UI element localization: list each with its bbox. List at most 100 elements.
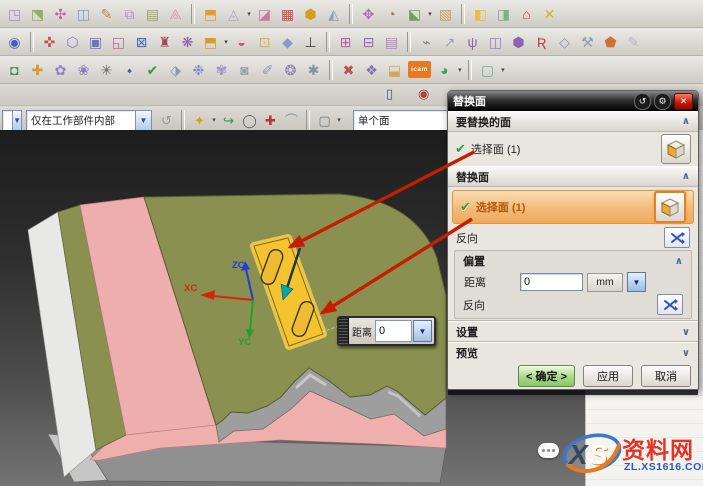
- toolbar-icon[interactable]: ✜: [39, 31, 60, 52]
- dialog-titlebar[interactable]: 替换面 ↺ ⚙ ✕: [448, 91, 698, 111]
- toolbar-icon[interactable]: ✱: [303, 59, 324, 80]
- reverse-direction-button-1[interactable]: [664, 227, 690, 248]
- toolbar-icon-icam[interactable]: icam: [408, 61, 431, 78]
- reverse-direction-button-2[interactable]: [657, 294, 683, 315]
- cancel-button[interactable]: 取消: [641, 365, 691, 387]
- toolbar-icon[interactable]: ⊠: [131, 31, 152, 52]
- toolbar-icon[interactable]: ⬟: [600, 31, 621, 52]
- toolbar-icon[interactable]: ✎: [96, 3, 117, 24]
- toolbar-icon[interactable]: ❂: [280, 59, 301, 80]
- chevron-down-icon[interactable]: ▾: [426, 10, 434, 18]
- toolbar-icon[interactable]: ✣: [50, 3, 71, 24]
- toolbar-icon[interactable]: ✚: [27, 59, 48, 80]
- toolbar-icon[interactable]: ⌒: [282, 111, 301, 130]
- chevron-down-icon[interactable]: ▼: [12, 111, 21, 130]
- hidden-combo-stub[interactable]: ▼: [2, 110, 22, 131]
- toolbar-icon[interactable]: ◧: [470, 3, 491, 24]
- toolbar-icon[interactable]: ⚒: [577, 31, 598, 52]
- toolbar-icon[interactable]: ◆: [277, 31, 298, 52]
- toolbar-icon[interactable]: ❋: [177, 31, 198, 52]
- chevron-down-icon[interactable]: ▼: [627, 272, 646, 292]
- toolbar-icon[interactable]: ▢: [477, 59, 498, 80]
- faces-to-replace-header[interactable]: 要替换的面 ∧: [448, 111, 698, 132]
- toolbar-icon[interactable]: ◕: [434, 59, 455, 80]
- toolbar-icon[interactable]: ✐: [257, 59, 278, 80]
- toolbar-icon[interactable]: ◨: [493, 3, 514, 24]
- chevron-down-icon[interactable]: ▾: [335, 116, 343, 124]
- toolbar-icon[interactable]: ⬢: [508, 31, 529, 52]
- toolbar-icon[interactable]: ⌂: [516, 3, 537, 24]
- face-select-button-1[interactable]: [661, 134, 691, 164]
- toolbar-icon[interactable]: ◙: [234, 59, 255, 80]
- toolbar-icon[interactable]: ◔: [381, 3, 402, 24]
- toolbar-icon[interactable]: ⊡: [254, 31, 275, 52]
- toolbar-icon[interactable]: ⌁: [416, 31, 437, 52]
- chevron-down-icon[interactable]: ▼: [135, 111, 151, 130]
- chevron-down-icon[interactable]: ▾: [499, 66, 507, 74]
- toolbar-icon[interactable]: ⬗: [165, 59, 186, 80]
- unit-dropdown[interactable]: mm: [587, 273, 623, 292]
- toolbar-icon[interactable]: ⬒: [200, 31, 221, 52]
- toolbar-icon[interactable]: ⊥: [300, 31, 321, 52]
- toolbar-icon[interactable]: ⬡: [62, 31, 83, 52]
- toolbar-icon[interactable]: ◉: [418, 86, 429, 102]
- toolbar-icon[interactable]: ⬔: [27, 3, 48, 24]
- chevron-down-icon[interactable]: ▼: [413, 320, 432, 342]
- settings-header[interactable]: 设置 ∨: [448, 321, 698, 342]
- drag-handle[interactable]: [339, 318, 349, 344]
- gear-icon[interactable]: ⚙: [654, 93, 671, 110]
- toolbar-icon[interactable]: ✿: [50, 59, 71, 80]
- selection-scope-combo[interactable]: 仅在工作部件内部 ▼: [26, 110, 152, 131]
- toolbar-icon[interactable]: ✳: [96, 59, 117, 80]
- toolbar-icon[interactable]: ◇: [554, 31, 575, 52]
- toolbar-icon[interactable]: ✕: [539, 3, 560, 24]
- toolbar-icon[interactable]: ▢: [315, 111, 334, 130]
- offset-header[interactable]: 偏置 ∧: [455, 252, 691, 270]
- toolbar-icon[interactable]: ✦: [190, 111, 209, 130]
- toolbar-icon[interactable]: ⬕: [404, 3, 425, 24]
- chevron-down-icon[interactable]: ▾: [210, 116, 218, 124]
- toolbar-icon[interactable]: ⬩: [119, 59, 140, 80]
- toolbar-icon[interactable]: ⬓: [384, 59, 405, 80]
- toolbar-icon[interactable]: ⊟: [358, 31, 379, 52]
- toolbar-icon[interactable]: ψ: [462, 31, 483, 52]
- face-select-button-2[interactable]: [654, 191, 686, 223]
- toolbar-icon[interactable]: ✥: [358, 3, 379, 24]
- reset-icon[interactable]: ↺: [634, 93, 651, 110]
- toolbar-icon[interactable]: ◒: [231, 31, 252, 52]
- toolbar-icon[interactable]: ⬒: [200, 3, 221, 24]
- toolbar-icon[interactable]: ◬: [223, 3, 244, 24]
- toolbar-icon[interactable]: ◘: [4, 59, 25, 80]
- toolbar-icon[interactable]: ✖: [338, 59, 359, 80]
- select-face-row-2-active[interactable]: ✔ 选择面 (1): [452, 190, 694, 224]
- toolbar-icon[interactable]: ✚: [261, 111, 280, 130]
- toolbar-icon[interactable]: ◫: [485, 31, 506, 52]
- toolbar-icon[interactable]: ✔: [142, 59, 163, 80]
- toolbar-icon[interactable]: ▤: [381, 31, 402, 52]
- toolbar-icon[interactable]: ⟁: [165, 3, 186, 24]
- toolbar-icon[interactable]: ▧: [435, 3, 456, 24]
- distance-inline-input[interactable]: 0: [375, 320, 412, 342]
- toolbar-icon[interactable]: ◪: [254, 3, 275, 24]
- apply-button[interactable]: 应用: [583, 365, 633, 387]
- toolbar-icon[interactable]: ✎: [623, 31, 644, 52]
- close-icon[interactable]: ✕: [674, 93, 693, 110]
- toolbar-icon[interactable]: ⧉: [119, 3, 140, 24]
- preview-header[interactable]: 预览 ∨: [448, 342, 698, 363]
- toolbar-icon[interactable]: ▤: [142, 3, 163, 24]
- toolbar-icon[interactable]: ⊞: [335, 31, 356, 52]
- chevron-down-icon[interactable]: ▾: [245, 10, 253, 18]
- toolbar-icon[interactable]: ↪: [219, 111, 238, 130]
- toolbar-icon[interactable]: ◉: [4, 31, 25, 52]
- toolbar-icon[interactable]: ❀: [73, 59, 94, 80]
- toolbar-icon[interactable]: ↗: [439, 31, 460, 52]
- toolbar-icon[interactable]: ♜: [154, 31, 175, 52]
- select-face-row-1[interactable]: ✔ 选择面 (1): [448, 132, 698, 166]
- toolbar-icon[interactable]: ❖: [361, 59, 382, 80]
- ok-button[interactable]: < 确定 >: [518, 365, 575, 387]
- toolbar-icon[interactable]: Ʀ: [531, 31, 552, 52]
- distance-input[interactable]: 0: [520, 273, 583, 291]
- toolbar-icon[interactable]: ▯: [386, 86, 393, 102]
- toolbar-icon[interactable]: ▦: [277, 3, 298, 24]
- toolbar-icon[interactable]: ◱: [108, 31, 129, 52]
